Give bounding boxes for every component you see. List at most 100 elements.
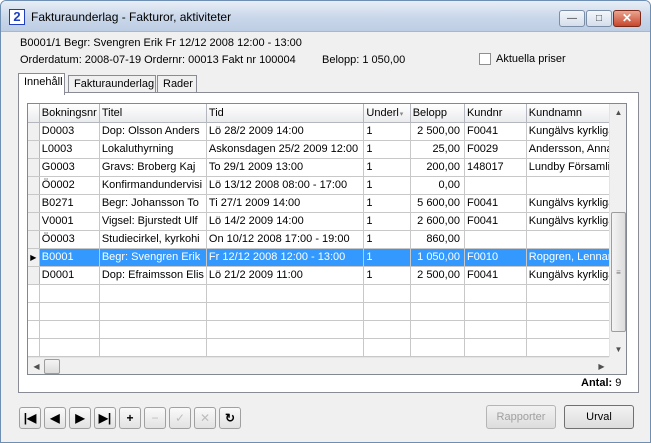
cell-bokningsnr[interactable]: D0003 bbox=[39, 122, 100, 141]
cell-belopp[interactable]: 25,00 bbox=[410, 140, 465, 159]
row-selector[interactable] bbox=[28, 176, 40, 195]
table-row[interactable]: B0271 Begr: Johansson To Ti 27/1 2009 14:0… bbox=[28, 194, 626, 213]
table-row[interactable]: Ö0003 Studiecirkel, kyrkohi On 10/12 2008 … bbox=[28, 230, 626, 249]
cell-titel[interactable]: Konfirmandundervisi bbox=[99, 176, 207, 195]
row-selector[interactable] bbox=[28, 122, 40, 141]
cell-belopp[interactable]: 200,00 bbox=[410, 158, 465, 177]
cell-bokningsnr[interactable]: L0003 bbox=[39, 140, 100, 159]
table-row[interactable]: V0001 Vigsel: Bjurstedt Ulf Lö 14/2 2009 1… bbox=[28, 212, 626, 231]
cell-tid[interactable]: Askonsdagen 25/2 2009 12:00 bbox=[206, 140, 365, 159]
cell-tid[interactable]: Lö 13/12 2008 08:00 - 17:00 bbox=[206, 176, 365, 195]
cell-kundnr[interactable]: F0041 bbox=[464, 122, 527, 141]
row-selector[interactable] bbox=[28, 140, 40, 159]
cell-kundnr[interactable]: F0010 bbox=[464, 248, 527, 267]
cell-belopp[interactable]: 1 050,00 bbox=[410, 248, 465, 267]
bookings-grid[interactable]: Bokningsnr Titel Tid Underl▾ Belopp Kund… bbox=[27, 103, 627, 375]
cell-kundnr[interactable]: F0041 bbox=[464, 266, 527, 285]
cancel-edit-button[interactable]: ✕ bbox=[194, 407, 216, 429]
cell-titel[interactable]: Studiecirkel, kyrkohi bbox=[99, 230, 207, 249]
cell-titel[interactable]: Dop: Efraimsson Elis bbox=[99, 266, 207, 285]
table-row[interactable]: G0003 Gravs: Broberg Kaj To 29/1 2009 13:0… bbox=[28, 158, 626, 177]
table-row[interactable]: ▶ B0001 Begr: Svengren Erik Fr 12/12 2008 1… bbox=[28, 248, 626, 267]
column-header-underl[interactable]: Underl▾ bbox=[363, 104, 411, 123]
column-header-titel[interactable]: Titel bbox=[99, 104, 207, 123]
cell-tid[interactable]: Lö 14/2 2009 14:00 bbox=[206, 212, 365, 231]
maximize-button[interactable]: □ bbox=[586, 10, 612, 27]
column-header-tid[interactable]: Tid bbox=[206, 104, 365, 123]
cell-tid[interactable]: Ti 27/1 2009 14:00 bbox=[206, 194, 365, 213]
cell-tid[interactable]: On 10/12 2008 17:00 - 19:00 bbox=[206, 230, 365, 249]
last-record-button[interactable]: ▶| bbox=[94, 407, 116, 429]
table-row[interactable]: Ö0002 Konfirmandundervisi Lö 13/12 2008 08… bbox=[28, 176, 626, 195]
column-header-bokningsnr[interactable]: Bokningsnr bbox=[39, 104, 100, 123]
column-header-kundnr[interactable]: Kundnr bbox=[464, 104, 527, 123]
table-row[interactable]: L0003 Lokaluthyrning Askonsdagen 25/2 2009… bbox=[28, 140, 626, 159]
cell-underl[interactable]: 1 bbox=[363, 158, 411, 177]
horizontal-scroll-thumb[interactable] bbox=[44, 359, 60, 374]
cell-kundnr[interactable] bbox=[464, 176, 527, 195]
previous-record-button[interactable]: ◀ bbox=[44, 407, 66, 429]
next-record-button[interactable]: ▶ bbox=[69, 407, 91, 429]
cell-belopp[interactable]: 860,00 bbox=[410, 230, 465, 249]
row-selector[interactable] bbox=[28, 158, 40, 177]
scroll-up-icon[interactable]: ▲ bbox=[610, 104, 626, 121]
cell-tid[interactable]: To 29/1 2009 13:00 bbox=[206, 158, 365, 177]
tab-innehall[interactable]: Innehåll bbox=[18, 73, 65, 95]
scroll-down-icon[interactable]: ▼ bbox=[610, 341, 626, 358]
cell-belopp[interactable]: 2 500,00 bbox=[410, 266, 465, 285]
close-button[interactable]: ✕ bbox=[613, 10, 641, 27]
horizontal-scrollbar[interactable]: ◀ ▶ bbox=[28, 357, 610, 374]
cell-kundnr[interactable]: 148017 bbox=[464, 158, 527, 177]
row-selector[interactable] bbox=[28, 212, 40, 231]
cell-titel[interactable]: Lokaluthyrning bbox=[99, 140, 207, 159]
row-selector[interactable]: ▶ bbox=[28, 248, 40, 267]
cell-underl[interactable]: 1 bbox=[363, 266, 411, 285]
cell-underl[interactable]: 1 bbox=[363, 140, 411, 159]
cell-titel[interactable]: Dop: Olsson Anders bbox=[99, 122, 207, 141]
cell-underl[interactable]: 1 bbox=[363, 230, 411, 249]
cell-bokningsnr[interactable]: B0001 bbox=[39, 248, 100, 267]
cell-kundnr[interactable]: F0041 bbox=[464, 194, 527, 213]
cell-underl[interactable]: 1 bbox=[363, 176, 411, 195]
cell-titel[interactable]: Begr: Johansson To bbox=[99, 194, 207, 213]
cell-titel[interactable]: Begr: Svengren Erik bbox=[99, 248, 207, 267]
cell-belopp[interactable]: 2 500,00 bbox=[410, 122, 465, 141]
table-row[interactable]: D0003 Dop: Olsson Anders Lö 28/2 2009 14:0… bbox=[28, 122, 626, 141]
cell-underl[interactable]: 1 bbox=[363, 248, 411, 267]
cell-underl[interactable]: 1 bbox=[363, 212, 411, 231]
cell-bokningsnr[interactable]: Ö0002 bbox=[39, 176, 100, 195]
cell-belopp[interactable]: 5 600,00 bbox=[410, 194, 465, 213]
add-record-button[interactable]: + bbox=[119, 407, 141, 429]
cell-bokningsnr[interactable]: G0003 bbox=[39, 158, 100, 177]
column-header-belopp[interactable]: Belopp bbox=[410, 104, 465, 123]
cell-titel[interactable]: Gravs: Broberg Kaj bbox=[99, 158, 207, 177]
title-bar[interactable]: 2 Fakturaunderlag - Fakturor, aktivitete… bbox=[1, 1, 650, 32]
cell-tid[interactable]: Lö 28/2 2009 14:00 bbox=[206, 122, 365, 141]
refresh-button[interactable]: ↻ bbox=[219, 407, 241, 429]
cell-bokningsnr[interactable]: Ö0003 bbox=[39, 230, 100, 249]
minimize-button[interactable]: — bbox=[559, 10, 585, 27]
cell-kundnr[interactable]: F0029 bbox=[464, 140, 527, 159]
cell-belopp[interactable]: 0,00 bbox=[410, 176, 465, 195]
cell-bokningsnr[interactable]: V0001 bbox=[39, 212, 100, 231]
cell-kundnr[interactable] bbox=[464, 230, 527, 249]
header-selector[interactable] bbox=[28, 104, 40, 123]
rapporter-button[interactable]: Rapporter bbox=[486, 405, 556, 429]
confirm-edit-button[interactable]: ✓ bbox=[169, 407, 191, 429]
aktuella-priser-checkbox[interactable] bbox=[479, 53, 491, 65]
first-record-button[interactable]: |◀ bbox=[19, 407, 41, 429]
cell-underl[interactable]: 1 bbox=[363, 122, 411, 141]
cell-tid[interactable]: Lö 21/2 2009 11:00 bbox=[206, 266, 365, 285]
cell-kundnr[interactable]: F0041 bbox=[464, 212, 527, 231]
urval-button[interactable]: Urval bbox=[564, 405, 634, 429]
cell-titel[interactable]: Vigsel: Bjurstedt Ulf bbox=[99, 212, 207, 231]
row-selector[interactable] bbox=[28, 194, 40, 213]
scroll-left-icon[interactable]: ◀ bbox=[28, 358, 45, 374]
cell-tid[interactable]: Fr 12/12 2008 12:00 - 13:00 bbox=[206, 248, 365, 267]
scroll-right-icon[interactable]: ▶ bbox=[593, 358, 610, 374]
vertical-scroll-thumb[interactable]: ≡ bbox=[611, 212, 626, 332]
delete-record-button[interactable]: − bbox=[144, 407, 166, 429]
cell-belopp[interactable]: 2 600,00 bbox=[410, 212, 465, 231]
cell-bokningsnr[interactable]: D0001 bbox=[39, 266, 100, 285]
cell-bokningsnr[interactable]: B0271 bbox=[39, 194, 100, 213]
